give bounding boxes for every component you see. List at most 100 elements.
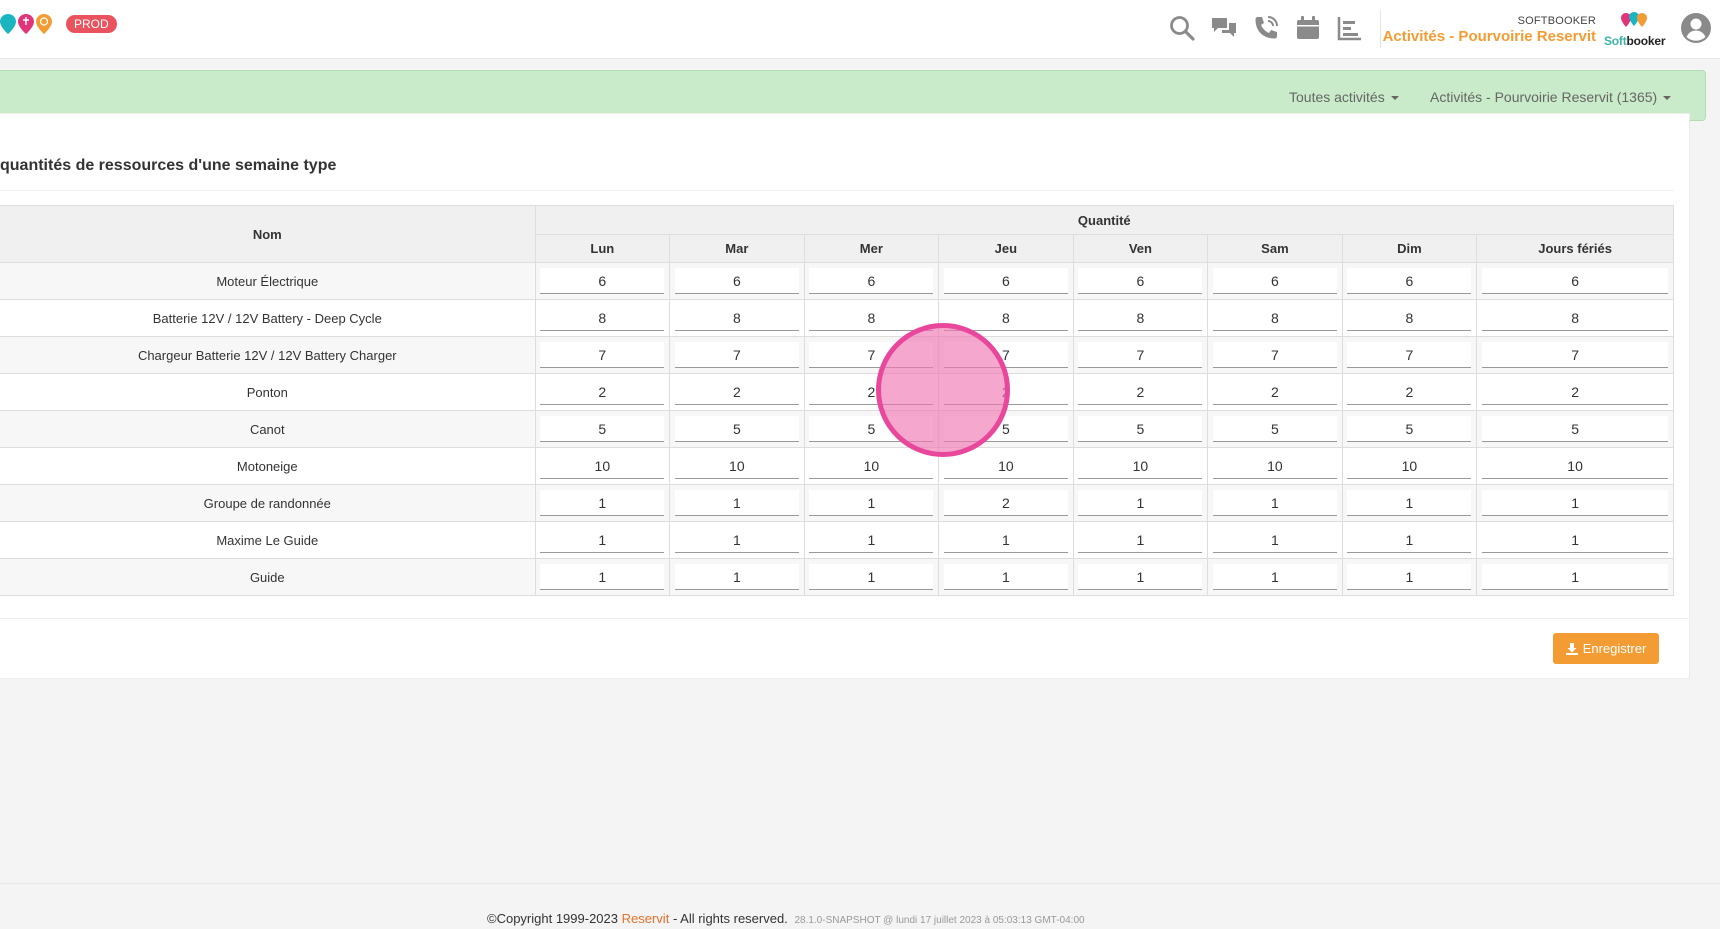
quantity-cell [803, 558, 940, 596]
quantity-input[interactable] [1078, 527, 1203, 553]
quantity-input[interactable] [1347, 416, 1472, 442]
quantity-input[interactable] [674, 564, 799, 590]
quantity-input[interactable] [1212, 305, 1337, 331]
quantity-cell [1341, 447, 1478, 485]
app-logo-pins[interactable] [0, 14, 52, 34]
quantity-cell [1207, 484, 1343, 522]
quantity-input[interactable] [1347, 342, 1472, 368]
quantity-cell [1341, 336, 1478, 374]
quantity-input[interactable] [674, 305, 799, 331]
quantity-input[interactable] [540, 564, 665, 590]
quantity-input[interactable] [1347, 379, 1472, 405]
quantity-cell [534, 521, 671, 559]
resource-name: Ponton [0, 373, 536, 411]
search-icon[interactable] [1165, 12, 1199, 44]
quantity-input[interactable] [674, 527, 799, 553]
caret-down-icon [1663, 96, 1672, 101]
quantity-input[interactable] [943, 453, 1068, 479]
quantity-input[interactable] [1482, 564, 1669, 590]
quantity-input[interactable] [1212, 453, 1337, 479]
organization-dropdown[interactable]: Activités - Pourvoirie Reservit (1365) [1430, 89, 1672, 105]
quantity-input[interactable] [1078, 268, 1203, 294]
softbooker-wordmark: Softbooker [1604, 34, 1666, 48]
quantity-input[interactable] [1212, 490, 1337, 516]
quantity-input[interactable] [809, 453, 934, 479]
quantity-input[interactable] [1212, 342, 1337, 368]
quantity-input[interactable] [540, 490, 665, 516]
softbooker-logo: Softbooker [1604, 12, 1666, 48]
chat-icon[interactable] [1207, 12, 1241, 44]
organization-title[interactable]: Activités - Pourvoirie Reservit [1383, 28, 1596, 45]
quantity-input[interactable] [1482, 490, 1669, 516]
quantity-input[interactable] [943, 564, 1068, 590]
quantity-input[interactable] [540, 453, 665, 479]
quantity-input[interactable] [943, 490, 1068, 516]
env-badge: PROD [66, 15, 117, 33]
quantity-cell [1341, 410, 1478, 448]
activities-filter-dropdown[interactable]: Toutes activités [1289, 89, 1399, 105]
quantity-input[interactable] [1212, 379, 1337, 405]
quantity-cell [1341, 484, 1478, 522]
quantity-cell [1072, 373, 1209, 411]
quantity-input[interactable] [1078, 416, 1203, 442]
quantity-input[interactable] [1347, 268, 1472, 294]
table-row: Motoneige [0, 447, 1674, 485]
quantity-input[interactable] [540, 416, 665, 442]
quantity-input[interactable] [1482, 416, 1669, 442]
quantity-input[interactable] [1482, 268, 1669, 294]
quantity-input[interactable] [674, 490, 799, 516]
quantity-input[interactable] [943, 268, 1068, 294]
user-icon[interactable] [1680, 12, 1712, 44]
quantity-input[interactable] [1347, 564, 1472, 590]
quantity-input[interactable] [1482, 453, 1669, 479]
quantity-input[interactable] [540, 342, 665, 368]
quantity-input[interactable] [809, 268, 934, 294]
brand-label: SOFTBOOKER [1517, 15, 1596, 27]
quantity-input[interactable] [1078, 490, 1203, 516]
quantity-input[interactable] [540, 305, 665, 331]
quantity-input[interactable] [809, 564, 934, 590]
quantity-input[interactable] [1347, 453, 1472, 479]
quantity-input[interactable] [674, 379, 799, 405]
phone-icon[interactable] [1249, 12, 1283, 44]
resource-name: Moteur Électrique [0, 262, 536, 300]
quantity-input[interactable] [1078, 342, 1203, 368]
quantity-cell [534, 447, 671, 485]
quantity-input[interactable] [540, 268, 665, 294]
quantity-input[interactable] [540, 527, 665, 553]
quantity-input[interactable] [1212, 268, 1337, 294]
quantity-input[interactable] [809, 527, 934, 553]
quantity-input[interactable] [1482, 342, 1669, 368]
quantity-input[interactable] [1078, 305, 1203, 331]
quantity-input[interactable] [1482, 379, 1669, 405]
quantity-input[interactable] [1078, 564, 1203, 590]
quantity-input[interactable] [1482, 305, 1669, 331]
quantity-input[interactable] [1078, 453, 1203, 479]
quantity-input[interactable] [809, 305, 934, 331]
quantity-input[interactable] [674, 416, 799, 442]
quantity-input[interactable] [674, 268, 799, 294]
quantity-input[interactable] [1347, 527, 1472, 553]
footer-brand-link[interactable]: Reservit [622, 911, 670, 926]
quantity-input[interactable] [540, 379, 665, 405]
quantity-cell [1207, 299, 1343, 337]
quantity-input[interactable] [1347, 305, 1472, 331]
softbooker-pins-icon [1621, 12, 1647, 27]
quantity-input[interactable] [1212, 564, 1337, 590]
quantity-input[interactable] [674, 453, 799, 479]
quantity-input[interactable] [943, 527, 1068, 553]
quantity-input[interactable] [674, 342, 799, 368]
quantity-cell [938, 521, 1074, 559]
quantity-input[interactable] [809, 490, 934, 516]
quantity-input[interactable] [1212, 416, 1337, 442]
quantity-input[interactable] [1347, 490, 1472, 516]
quantity-input[interactable] [1212, 527, 1337, 553]
column-header-day: Ven [1072, 234, 1209, 263]
calendar-icon[interactable] [1291, 12, 1325, 44]
quantity-input[interactable] [1482, 527, 1669, 553]
quantity-input[interactable] [1078, 379, 1203, 405]
chart-icon[interactable] [1333, 12, 1367, 44]
save-button[interactable]: Enregistrer [1553, 633, 1659, 664]
quantity-cell [1207, 558, 1343, 596]
quantity-cell [534, 373, 671, 411]
